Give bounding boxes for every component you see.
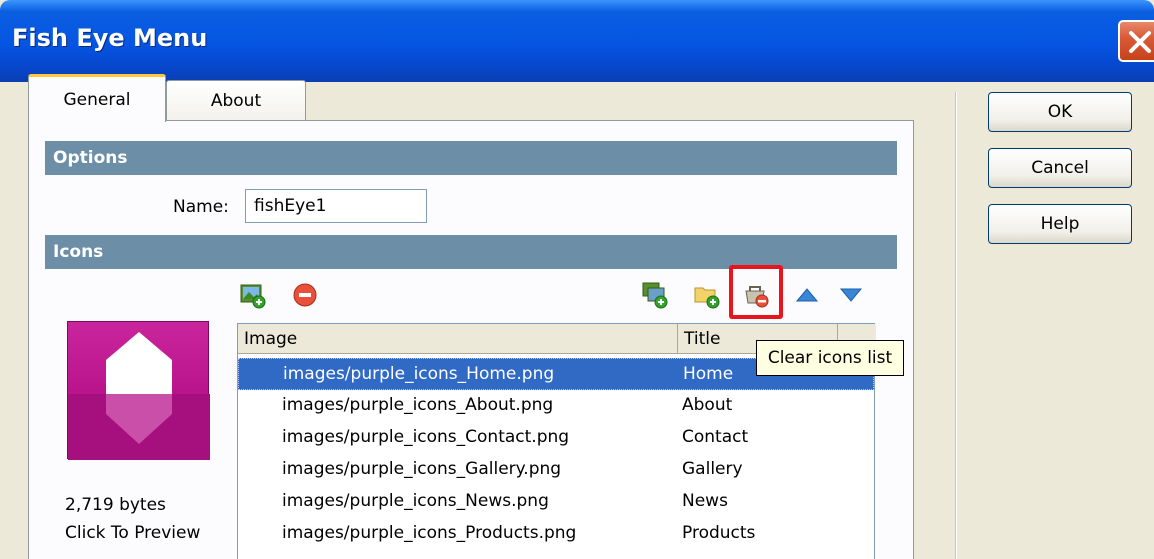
cancel-button[interactable]: Cancel [988, 148, 1132, 188]
table-row[interactable]: images/purple_icons_Products.png Product… [238, 518, 874, 550]
remove-icon[interactable] [291, 281, 319, 309]
table-row[interactable]: images/purple_icons_News.png News [238, 486, 874, 518]
move-up-icon[interactable] [793, 281, 821, 309]
preview-size: 2,719 bytes [65, 495, 166, 515]
add-folder-icon[interactable] [693, 281, 721, 309]
table-row[interactable]: images/purple_icons_Gallery.png Gallery [238, 454, 874, 486]
home-icon [68, 332, 210, 460]
close-icon [1129, 31, 1151, 53]
icon-preview[interactable] [67, 321, 210, 460]
add-multiple-images-icon[interactable] [641, 281, 669, 309]
table-row[interactable]: images/purple_icons_Contact.png Contact [238, 422, 874, 454]
side-divider [955, 92, 957, 559]
options-header: Options [45, 141, 897, 175]
tab-general[interactable]: General [28, 74, 166, 122]
clear-list-tooltip: Clear icons list [756, 340, 904, 376]
add-image-icon[interactable] [239, 281, 267, 309]
preview-hint[interactable]: Click To Preview [65, 519, 200, 547]
icons-header: Icons [45, 235, 897, 269]
window-title: Fish Eye Menu [12, 24, 208, 52]
title-bar: Fish Eye Menu [0, 0, 1154, 82]
close-button[interactable] [1118, 20, 1154, 62]
name-input[interactable] [245, 189, 427, 223]
table-row[interactable]: images/purple_icons_About.png About [238, 390, 874, 422]
preview-info: 2,719 bytes Click To Preview [65, 491, 200, 547]
ok-button[interactable]: OK [988, 92, 1132, 132]
clear-list-highlight [729, 265, 783, 319]
name-label: Name: [173, 197, 229, 217]
tab-about[interactable]: About [166, 80, 306, 120]
move-down-icon[interactable] [837, 281, 865, 309]
help-button[interactable]: Help [988, 204, 1132, 244]
column-header-image[interactable]: Image [238, 324, 678, 354]
